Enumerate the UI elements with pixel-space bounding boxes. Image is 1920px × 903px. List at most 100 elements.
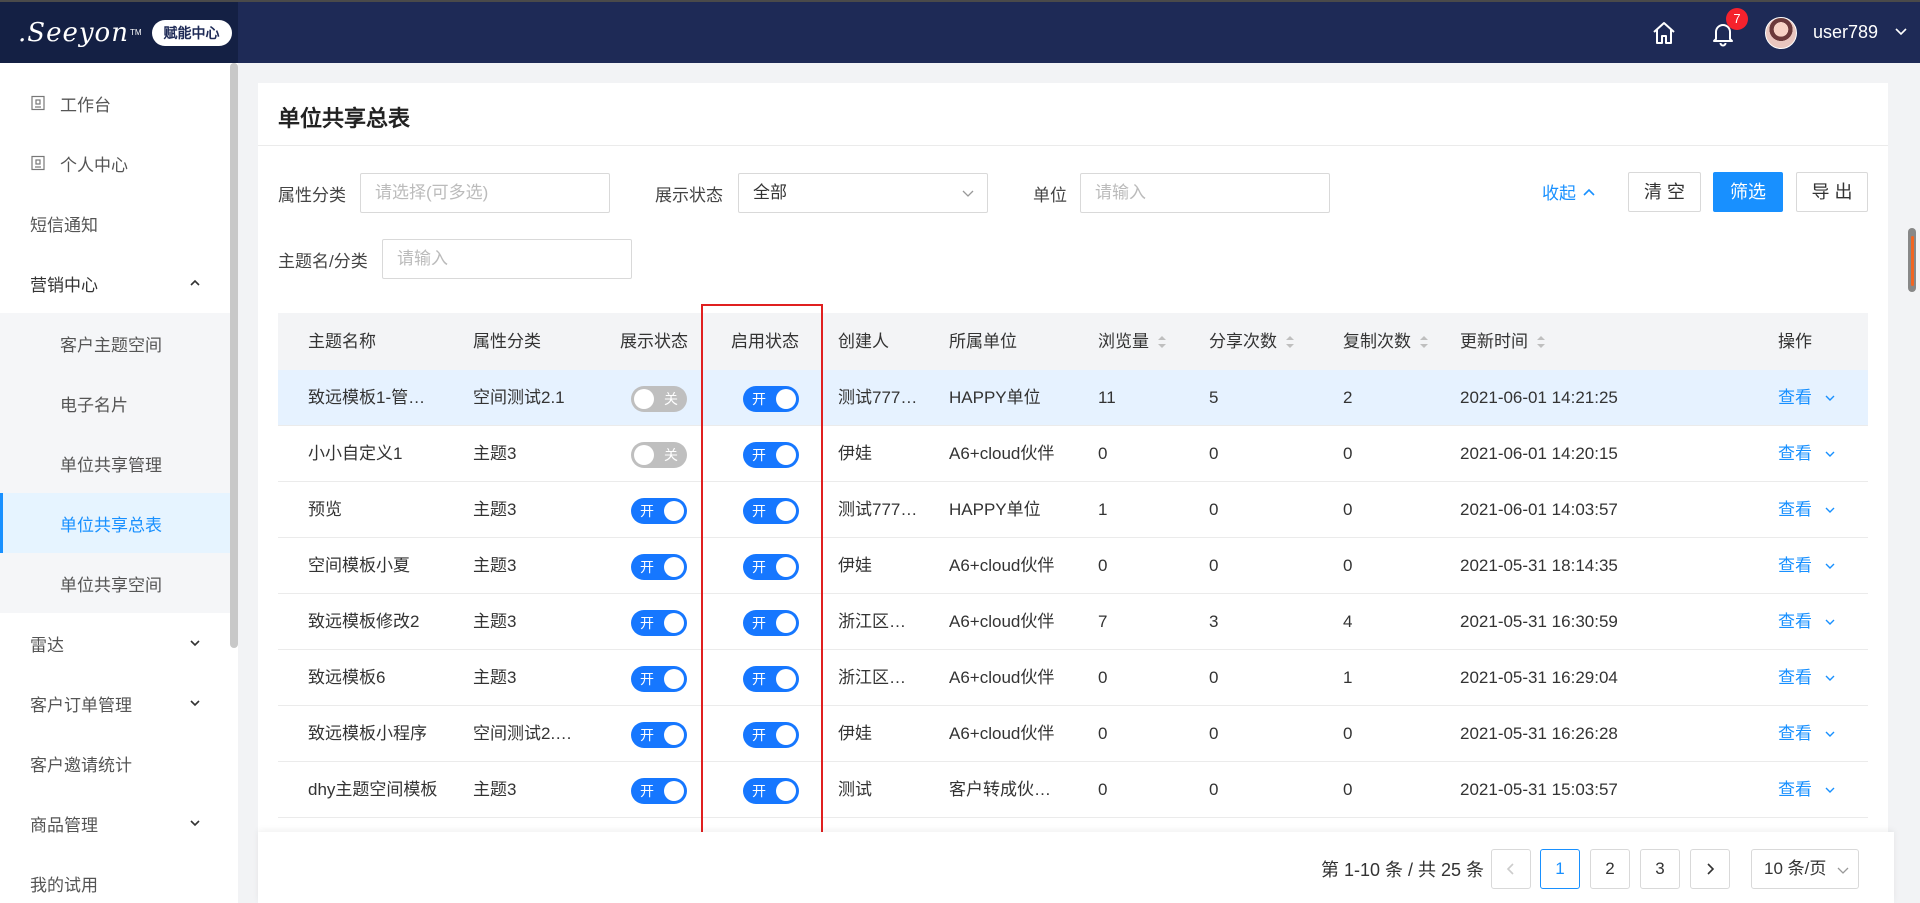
sidebar-item-workbench[interactable]: 工作台 [0,73,230,133]
chevron-down-icon[interactable] [1824,504,1836,516]
view-action-link[interactable]: 查看 [1778,426,1858,482]
sidebar-item-my-trial[interactable]: 我的试用 [0,853,230,903]
sidebar-item-personal-center[interactable]: 个人中心 [0,133,230,193]
column-header-shares[interactable]: 分享次数 [1209,313,1295,370]
sidebar-item-unit-share-summary[interactable]: 单位共享总表 [0,493,230,553]
chevron-down-icon[interactable] [1824,672,1836,684]
brand-logo[interactable]: .Seeyon TM 赋能中心 [0,2,238,63]
prev-page-button[interactable] [1491,849,1531,889]
view-action-link[interactable]: 查看 [1778,538,1858,594]
toggle-knob [776,445,796,465]
view-action-link[interactable]: 查看 [1778,706,1858,762]
view-action-link[interactable]: 查看 [1778,594,1858,650]
table-row[interactable]: dhy主题空间模板 主题3 测试 客户转成伙… 0 0 0 2021-05-31 15:03:… [278,762,1868,818]
sidebar-item-customer-orders[interactable]: 客户订单管理 [0,673,230,733]
display-toggle[interactable]: 关 [631,442,687,468]
avatar[interactable] [1765,17,1797,49]
sidebar-item-unit-share-space[interactable]: 单位共享空间 [0,553,230,613]
page-button-1[interactable]: 1 [1540,849,1580,889]
cell-category: 主题3 [473,612,517,631]
table-row[interactable]: 预览 主题3 测试777… HAPPY单位 1 0 0 2021-06-01 14:03:57… [278,482,1868,538]
page-size-select[interactable]: 10 条/页 [1751,849,1859,889]
view-action-link[interactable]: 查看 [1778,762,1858,818]
column-header-name: 主题名称 [308,332,376,351]
cell-name: 空间模板小夏 [308,556,410,575]
personal-center-icon [31,155,45,171]
filter-button[interactable]: 筛选 [1713,172,1783,212]
table-row[interactable]: 致远模板修改2 主题3 浙江区… A6+cloud伙伴 7 3 4 2021-05-31 16… [278,594,1868,650]
enabled-toggle[interactable]: 开 [743,498,799,524]
collapse-filters-link[interactable]: 收起 [1542,179,1596,204]
chevron-down-icon[interactable] [1824,728,1836,740]
chevron-down-icon[interactable] [1824,392,1836,404]
column-header-unit: 所属单位 [949,332,1017,351]
sidebar-scrollbar[interactable] [230,63,238,648]
column-header-copies[interactable]: 复制次数 [1343,313,1429,370]
sidebar-item-label: 我的试用 [30,875,98,895]
toggle-knob [664,725,684,745]
view-action-link[interactable]: 查看 [1778,650,1858,706]
enabled-toggle[interactable]: 开 [743,722,799,748]
page-button-2[interactable]: 2 [1590,849,1630,889]
page-button-3[interactable]: 3 [1640,849,1680,889]
cell-creator: 伊娃 [838,556,872,575]
sidebar-item-invite-stats[interactable]: 客户邀请统计 [0,733,230,793]
topic-input[interactable]: 请输入 [382,239,632,279]
display-toggle[interactable]: 开 [631,498,687,524]
enabled-toggle[interactable]: 开 [743,778,799,804]
display-toggle[interactable]: 开 [631,554,687,580]
sidebar-item-sms-notice[interactable]: 短信通知 [0,193,230,253]
toggle-knob [664,613,684,633]
home-icon[interactable] [1650,19,1678,47]
display-toggle[interactable]: 开 [631,722,687,748]
enabled-toggle[interactable]: 开 [743,554,799,580]
display-status-select[interactable]: 全部 [738,173,988,213]
sort-icon [1158,335,1166,348]
display-toggle[interactable]: 开 [631,778,687,804]
unit-input[interactable]: 请输入 [1080,173,1330,213]
display-toggle[interactable]: 开 [631,610,687,636]
view-action-link[interactable]: 查看 [1778,482,1858,538]
clear-button[interactable]: 清 空 [1628,172,1701,212]
display-toggle[interactable]: 关 [631,386,687,412]
sidebar-item-radar[interactable]: 雷达 [0,613,230,673]
column-header-views[interactable]: 浏览量 [1098,313,1167,370]
table-row[interactable]: 小小自定义1 主题3 伊娃 A6+cloud伙伴 0 0 0 2021-06-01 14:20… [278,426,1868,482]
sidebar-item-business-card[interactable]: 电子名片 [0,373,230,433]
column-header-updated[interactable]: 更新时间 [1460,313,1546,370]
chevron-right-icon [1707,863,1715,875]
sidebar-item-marketing-center[interactable]: 营销中心 [0,253,230,313]
chevron-down-icon[interactable] [1893,24,1909,40]
table-row[interactable]: 空间模板小夏 主题3 伊娃 A6+cloud伙伴 0 0 0 2021-05-31 18:14… [278,538,1868,594]
sidebar-item-customer-theme-space[interactable]: 客户主题空间 [0,313,230,373]
enabled-toggle[interactable]: 开 [743,666,799,692]
username[interactable]: user789 [1813,22,1878,43]
page-size-value: 10 条/页 [1764,859,1827,878]
enabled-toggle[interactable]: 开 [743,442,799,468]
attr-category-select[interactable]: 请选择(可多选) [360,173,610,213]
column-header-label: 复制次数 [1343,332,1411,351]
sidebar-item-product-management[interactable]: 商品管理 [0,793,230,853]
table-row[interactable]: 致远模板小程序 空间测试2.… 伊娃 A6+cloud伙伴 0 0 0 2021-05-31 … [278,706,1868,762]
chevron-down-icon[interactable] [1824,448,1836,460]
toggle-knob [776,613,796,633]
view-action-link[interactable]: 查看 [1778,370,1858,426]
enabled-toggle[interactable]: 开 [743,386,799,412]
display-toggle[interactable]: 开 [631,666,687,692]
chevron-down-icon[interactable] [1824,560,1836,572]
enabled-toggle[interactable]: 开 [743,610,799,636]
chevron-down-icon[interactable] [1824,616,1836,628]
cell-unit: A6+cloud伙伴 [949,668,1055,687]
toggle-knob [634,445,654,465]
main-content: 单位共享总表 属性分类 请选择(可多选) 展示状态 全部 单位 请输入 收起 清… [258,83,1888,903]
toggle-knob [776,669,796,689]
export-button[interactable]: 导 出 [1796,172,1868,212]
table-row[interactable]: 致远模板6 主题3 浙江区… A6+cloud伙伴 0 0 1 2021-05-31 16:2… [278,650,1868,706]
sidebar-item-unit-share-management[interactable]: 单位共享管理 [0,433,230,493]
sidebar-item-label: 单位共享管理 [60,455,162,475]
table-row[interactable]: 致远模板1-管… 空间测试2.1 测试777… HAPPY单位 11 5 2 2021-06-… [278,370,1868,426]
next-page-button[interactable] [1690,849,1730,889]
topic-label: 主题名/分类 [278,252,368,271]
chevron-down-icon[interactable] [1824,784,1836,796]
display-status-value: 全部 [753,183,787,202]
